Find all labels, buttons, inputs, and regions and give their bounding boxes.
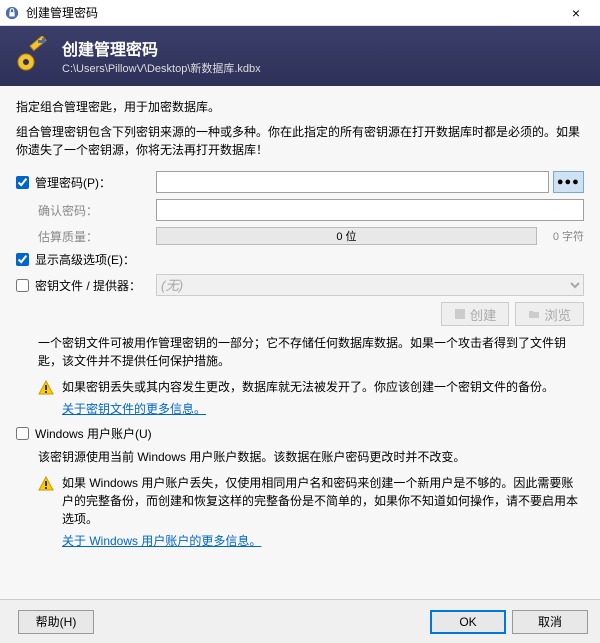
warning-icon (38, 476, 54, 492)
keyfile-warning-text: 如果密钥丢失或其内容发生更改，数据库就无法被发开了。你应该创建一个密钥文件的备份… (62, 378, 554, 396)
close-button[interactable]: × (556, 5, 596, 21)
keyfile-checkbox[interactable] (16, 279, 29, 292)
show-advanced-checkbox[interactable] (16, 253, 29, 266)
confirm-password-input[interactable] (156, 199, 584, 221)
save-icon (454, 308, 466, 320)
quality-bits-text: 0 位 (336, 228, 356, 244)
folder-icon (528, 308, 540, 320)
header-title: 创建管理密码 (62, 36, 261, 60)
master-password-input[interactable] (156, 171, 549, 193)
keyfile-more-info-link[interactable]: 关于密钥文件的更多信息。 (62, 400, 206, 417)
title-bar: 创建管理密码 × (0, 0, 600, 26)
cancel-button[interactable]: 取消 (512, 610, 588, 634)
app-lock-icon (4, 5, 20, 21)
window-title: 创建管理密码 (26, 4, 556, 21)
windows-account-checkbox[interactable] (16, 427, 29, 440)
windows-account-description: 该密钥源使用当前 Windows 用户账户数据。该数据在账户密码更改时并不改变。 (38, 448, 584, 466)
keyfile-label: 密钥文件 / 提供器： (35, 277, 141, 294)
keyfile-description: 一个密钥文件可被用作管理密钥的一部分；它不存储任何数据库数据。如果一个攻击者得到… (38, 334, 584, 370)
intro-text-2: 组合管理密钥包含下列密钥来源的一种或多种。你在此指定的所有密钥源在打开数据库时都… (16, 123, 584, 159)
dialog-footer: 帮助(H) OK 取消 (0, 599, 600, 643)
dialog-header: 创建管理密码 C:\Users\PillowV\Desktop\新数据库.kdb… (0, 26, 600, 86)
quality-label: 估算质量： (16, 228, 156, 245)
confirm-password-label: 确认密码： (16, 202, 156, 219)
header-path: C:\Users\PillowV\Desktop\新数据库.kdbx (62, 60, 261, 76)
ok-button[interactable]: OK (430, 610, 506, 634)
quality-meter: 0 位 (156, 227, 537, 245)
warning-icon (38, 380, 54, 396)
toggle-password-visibility-button[interactable]: ●●● (553, 171, 584, 193)
keyfile-browse-button: 浏览 (515, 302, 584, 326)
windows-account-warning-text: 如果 Windows 用户账户丢失，仅使用相同用户名和密码来创建一个新用户是不够… (62, 474, 584, 528)
master-password-label: 管理密码(P)： (35, 174, 111, 191)
show-advanced-label: 显示高级选项(E)： (35, 251, 135, 268)
keyfile-create-button: 创建 (441, 302, 510, 326)
quality-chars-text: 0 字符 (553, 228, 584, 244)
master-password-checkbox[interactable] (16, 176, 29, 189)
windows-account-label: Windows 用户账户(U) (35, 425, 152, 442)
content-area: 指定组合管理密匙，用于加密数据库。 组合管理密钥包含下列密钥来源的一种或多种。你… (0, 86, 600, 599)
help-button[interactable]: 帮助(H) (18, 610, 94, 634)
key-icon (12, 36, 52, 76)
windows-account-more-info-link[interactable]: 关于 Windows 用户账户的更多信息。 (62, 532, 261, 549)
intro-text-1: 指定组合管理密匙，用于加密数据库。 (16, 98, 584, 115)
keyfile-select[interactable]: (无) (156, 274, 584, 296)
